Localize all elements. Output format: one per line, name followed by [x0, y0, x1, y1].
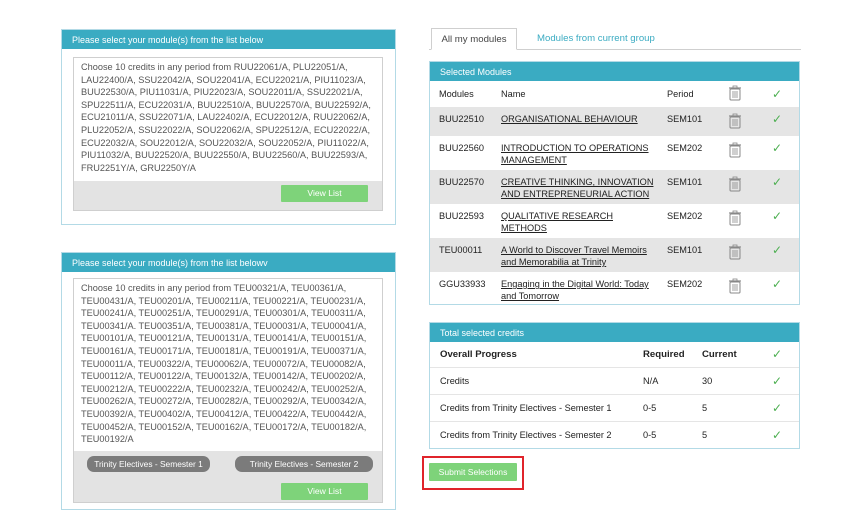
table-header-row: Modules Name Period ✓: [430, 81, 799, 107]
panel-2-header: Please select your module(s) from the li…: [62, 253, 395, 272]
selected-modules-panel: Selected Modules Modules Name Period ✓ B…: [429, 61, 800, 305]
view-list-button-2[interactable]: View List: [281, 483, 368, 500]
header-checkmark-icon: ✓: [772, 87, 783, 101]
module-code: BUU22593: [439, 211, 484, 221]
checkmark-icon: ✓: [762, 366, 799, 394]
trash-icon[interactable]: [718, 238, 763, 272]
selected-modules-table: Modules Name Period ✓ BUU22510 ORGANISAT…: [430, 81, 799, 306]
module-select-panel-1: Please select your module(s) from the li…: [61, 29, 396, 225]
filter-button-semester-1[interactable]: Trinity Electives - Semester 1: [87, 456, 210, 472]
module-select-panel-2: Please select your module(s) from the li…: [61, 252, 396, 510]
table-row: BUU22570 CREATIVE THINKING, INNOVATION A…: [430, 170, 799, 204]
module-tabs: All my modules Modules from current grou…: [429, 28, 801, 50]
module-period: SEM202: [667, 211, 703, 221]
submit-selections-button[interactable]: Submit Selections: [429, 463, 517, 481]
tab-modules-from-current-group[interactable]: Modules from current group: [537, 28, 655, 50]
module-name-link[interactable]: A World to Discover Travel Memoirs and M…: [501, 245, 647, 267]
module-code: BUU22560: [439, 143, 484, 153]
trash-icon[interactable]: [718, 272, 763, 306]
module-period: SEM101: [658, 238, 718, 272]
credits-row: Credits from Trinity Electives - Semeste…: [430, 393, 799, 421]
table-row: BUU22510 ORGANISATIONAL BEHAVIOUR SEM101…: [430, 107, 799, 136]
trash-icon[interactable]: [718, 136, 763, 170]
total-credits-panel: Total selected credits Overall Progress …: [429, 322, 800, 449]
credits-current: 30: [692, 366, 762, 394]
module-name-link[interactable]: ORGANISATIONAL BEHAVIOUR: [501, 114, 638, 124]
module-period: SEM202: [667, 279, 703, 289]
module-code: BUU22570: [430, 170, 492, 204]
trash-icon[interactable]: [718, 204, 763, 238]
credits-row: Credits N/A 30 ✓: [430, 366, 799, 394]
col-header-period: Period: [667, 89, 694, 99]
table-row: TEU00011 A World to Discover Travel Memo…: [430, 238, 799, 272]
tab-all-my-modules[interactable]: All my modules: [431, 28, 517, 50]
table-row: BUU22560 INTRODUCTION TO OPERATIONS MANA…: [430, 136, 799, 170]
filter-button-semester-2[interactable]: Trinity Electives - Semester 2: [235, 456, 373, 472]
checkmark-icon: ✓: [762, 393, 799, 421]
panel-1-content: Choose 10 credits in any period from RUU…: [73, 57, 383, 211]
checkmark-icon: ✓: [772, 209, 783, 223]
trash-icon[interactable]: [718, 170, 763, 204]
module-code: TEU00011: [430, 238, 492, 272]
credits-label: Credits: [430, 366, 633, 394]
credits-table: Overall Progress Required Current ✓ Cred…: [430, 342, 799, 448]
credits-current: 5: [692, 420, 762, 448]
total-credits-header: Total selected credits: [430, 323, 799, 342]
table-row: BUU22593 QUALITATIVE RESEARCH METHODS SE…: [430, 204, 799, 238]
module-code: BUU22510: [430, 107, 492, 136]
module-name-link[interactable]: QUALITATIVE RESEARCH METHODS: [501, 211, 613, 233]
panel-1-header: Please select your module(s) from the li…: [62, 30, 395, 49]
checkmark-icon: ✓: [763, 238, 799, 272]
checkmark-icon: ✓: [762, 420, 799, 448]
panel-1-module-list-text: Choose 10 credits in any period from RUU…: [74, 58, 382, 181]
col-header-required: Required: [643, 348, 685, 360]
module-code: GGU33933: [439, 279, 486, 289]
module-name-link[interactable]: Engaging in the Digital World: Today and…: [501, 279, 649, 301]
module-period: SEM101: [658, 170, 718, 204]
checkmark-icon: ✓: [772, 346, 783, 361]
view-list-button-1[interactable]: View List: [281, 185, 368, 202]
checkmark-icon: ✓: [772, 277, 783, 291]
col-header-current: Current: [702, 348, 737, 360]
credits-required: 0-5: [633, 393, 692, 421]
module-name-link[interactable]: CREATIVE THINKING, INNOVATION AND ENTREP…: [501, 177, 653, 199]
col-header-name: Name: [501, 89, 526, 99]
col-header-modules: Modules: [439, 89, 474, 99]
table-row: GGU33933 Engaging in the Digital World: …: [430, 272, 799, 306]
header-trash-icon: [718, 81, 763, 107]
checkmark-icon: ✓: [763, 170, 799, 204]
credits-required: N/A: [633, 366, 692, 394]
module-period: SEM101: [658, 107, 718, 136]
col-header-overall-progress: Overall Progress: [440, 348, 517, 360]
credits-required: 0-5: [633, 420, 692, 448]
selected-modules-header: Selected Modules: [430, 62, 799, 81]
credits-row: Credits from Trinity Electives - Semeste…: [430, 420, 799, 448]
module-name-link[interactable]: INTRODUCTION TO OPERATIONS MANAGEMENT: [501, 143, 649, 165]
credits-current: 5: [692, 393, 762, 421]
panel-2-module-list-text: Choose 10 credits in any period from TEU…: [74, 279, 382, 451]
credits-label: Credits from Trinity Electives - Semeste…: [430, 420, 633, 448]
checkmark-icon: ✓: [772, 141, 783, 155]
panel-2-content: Choose 10 credits in any period from TEU…: [73, 278, 383, 503]
credits-label: Credits from Trinity Electives - Semeste…: [430, 393, 633, 421]
trash-icon[interactable]: [718, 107, 763, 136]
credits-header-row: Overall Progress Required Current ✓: [430, 342, 799, 367]
module-period: SEM202: [667, 143, 703, 153]
checkmark-icon: ✓: [763, 107, 799, 136]
